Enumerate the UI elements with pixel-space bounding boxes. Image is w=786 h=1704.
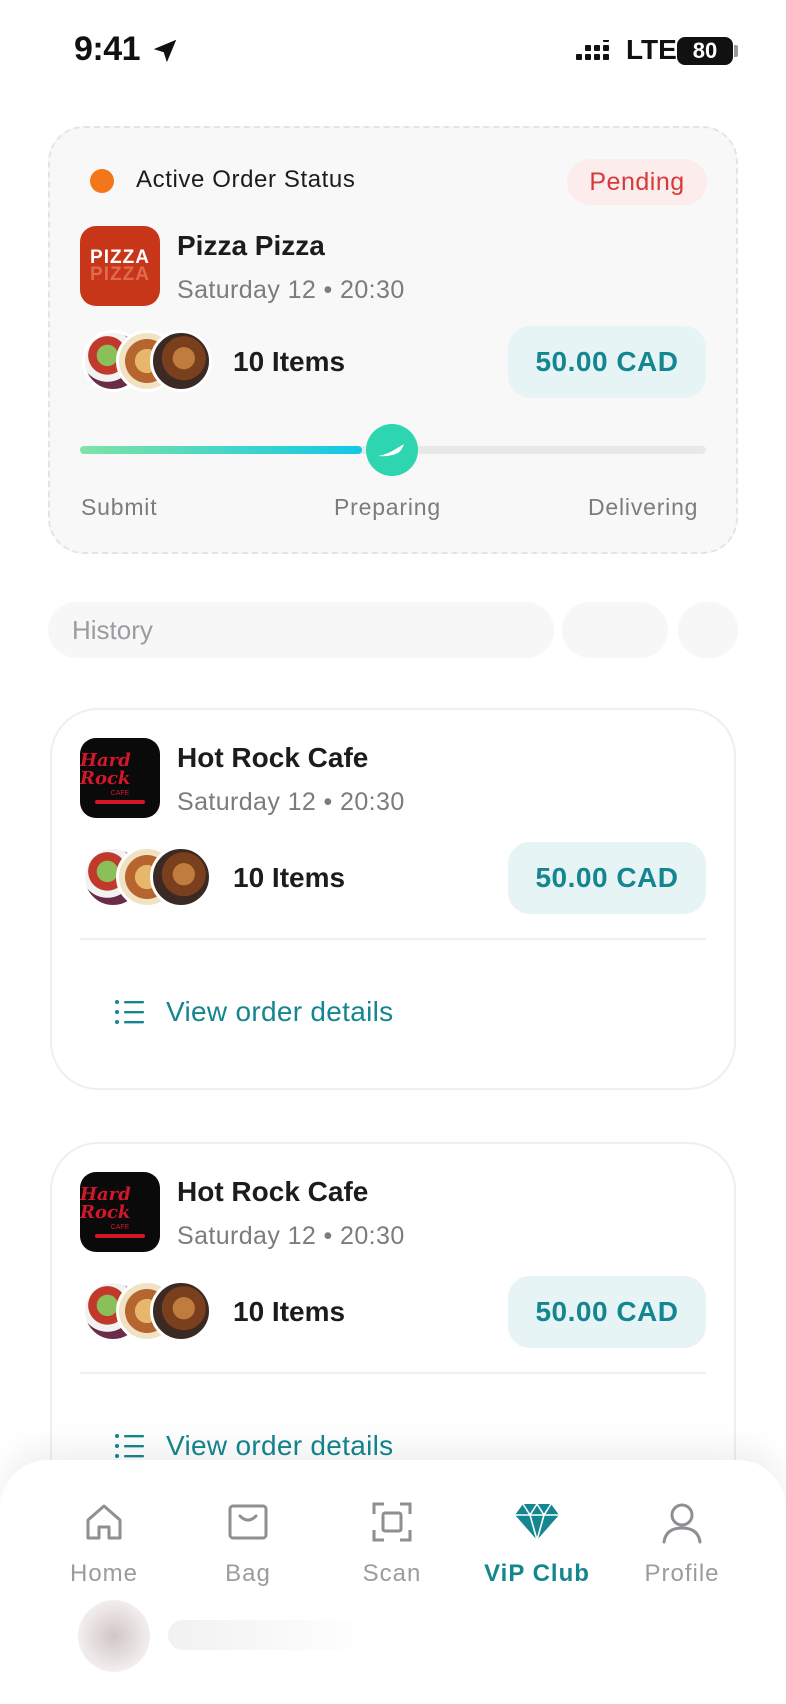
- logo-ribbon: [95, 1234, 145, 1238]
- nav-vip-club[interactable]: ViP Club: [472, 1500, 602, 1588]
- view-order-details-label: View order details: [166, 996, 394, 1027]
- price-pill: 50.00 CAD: [508, 842, 706, 914]
- order-date: Saturday 12 • 20:30: [177, 788, 405, 816]
- divider: [80, 1372, 706, 1374]
- battery-tip: [734, 45, 738, 57]
- status-dot: [90, 169, 114, 193]
- blurred-placeholder: [168, 1620, 368, 1650]
- items-count: 10 Items: [233, 346, 346, 377]
- restaurant-name: Pizza Pizza: [177, 230, 325, 261]
- scan-icon: [372, 1502, 412, 1542]
- food-thumbnail: [150, 846, 212, 908]
- logo-subtext: CAFE: [110, 790, 130, 797]
- clock: 9:41: [74, 30, 141, 68]
- bag-icon: [228, 1504, 268, 1540]
- status-badge: Pending: [567, 159, 707, 205]
- items-count: 10 Items: [233, 1296, 346, 1327]
- active-order-title: Active Order Status: [136, 166, 356, 193]
- nav-home[interactable]: Home: [39, 1500, 169, 1588]
- nav-label: Scan: [362, 1560, 422, 1587]
- tab-placeholder[interactable]: [562, 602, 668, 658]
- stage-delivering: Delivering: [588, 494, 699, 520]
- battery-icon: 80: [677, 37, 733, 65]
- list-icon: [115, 1434, 144, 1458]
- order-date: Saturday 12 • 20:30: [177, 276, 405, 304]
- location-arrow-icon: [153, 39, 177, 63]
- status-bar: 9:41 LTE 80: [0, 0, 786, 100]
- restaurant-logo: Hard Rock CAFE: [80, 738, 160, 818]
- blurred-avatar: [78, 1600, 150, 1672]
- restaurant-name: Hot Rock Cafe: [177, 1176, 369, 1207]
- restaurant-name: Hot Rock Cafe: [177, 742, 369, 773]
- order-date: Saturday 12 • 20:30: [177, 1222, 405, 1250]
- food-thumbnail: [150, 330, 212, 392]
- logo-ribbon: [95, 800, 145, 804]
- nav-label: Bag: [225, 1560, 271, 1587]
- list-icon: [115, 1000, 144, 1024]
- nav-profile[interactable]: Profile: [617, 1500, 747, 1588]
- logo-text: Hard Rock: [80, 1184, 131, 1223]
- profile-icon: [662, 1503, 702, 1544]
- stage-submit: Submit: [81, 494, 158, 520]
- nav-label: ViP Club: [484, 1560, 590, 1587]
- logo-text-shadow: PIZZA: [90, 264, 150, 285]
- network-type: LTE: [626, 34, 677, 65]
- price-pill: 50.00 CAD: [508, 326, 706, 398]
- tab-placeholder[interactable]: [678, 602, 738, 658]
- view-order-details-label: View order details: [166, 1430, 394, 1461]
- stage-preparing: Preparing: [334, 494, 441, 520]
- scooter-icon: [378, 444, 404, 457]
- divider: [80, 938, 706, 940]
- progress-fill: [80, 446, 362, 454]
- signal-icon: [576, 40, 609, 60]
- diamond-icon: [515, 1502, 559, 1543]
- food-thumbnails: [82, 846, 212, 910]
- view-order-details-link[interactable]: View order details: [114, 992, 393, 1032]
- price-pill: 50.00 CAD: [508, 1276, 706, 1348]
- nav-label: Home: [69, 1560, 139, 1587]
- items-count: 10 Items: [233, 862, 346, 893]
- restaurant-logo: Hard Rock CAFE: [80, 1172, 160, 1252]
- logo-text: Hard Rock: [80, 750, 131, 789]
- tab-history[interactable]: History: [48, 602, 554, 658]
- food-thumbnails: [82, 1280, 212, 1344]
- food-thumbnail: [150, 1280, 212, 1342]
- food-thumbnails: [82, 330, 212, 394]
- progress-knob: [366, 424, 418, 476]
- nav-label: Profile: [644, 1560, 720, 1587]
- home-icon: [86, 1504, 122, 1540]
- nav-scan[interactable]: Scan: [327, 1500, 457, 1588]
- logo-subtext: CAFE: [110, 1224, 130, 1231]
- restaurant-logo: PIZZA PIZZA: [80, 226, 160, 306]
- nav-bag[interactable]: Bag: [183, 1500, 313, 1588]
